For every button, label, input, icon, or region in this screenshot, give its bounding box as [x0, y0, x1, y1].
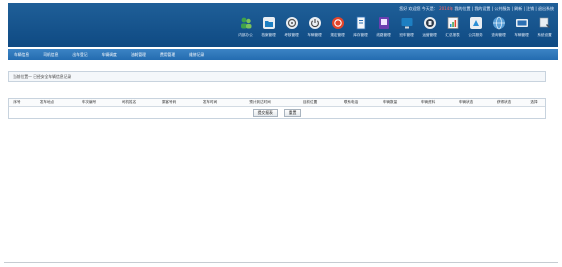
stop-icon	[331, 16, 345, 30]
refresh-link[interactable]: 刷新	[514, 6, 522, 11]
date-value: 2014年	[439, 6, 454, 11]
module-route[interactable]: 线路管理	[372, 16, 395, 38]
module-rules[interactable]: 规定管理	[326, 16, 349, 38]
module-assessment[interactable]: 考核管理	[280, 16, 303, 38]
power-icon	[308, 16, 322, 30]
module-label: 系统设置	[537, 33, 552, 37]
tab-vehicle-info[interactable]: 车辆信息	[14, 52, 29, 58]
tab-repair[interactable]: 维修记录	[189, 52, 204, 58]
tab-driver-info[interactable]: 司机信息	[43, 52, 58, 58]
truck-icon	[515, 16, 529, 30]
module-label: 规定管理	[330, 33, 345, 37]
col-vehicle-count: 车辆数量	[382, 100, 398, 104]
col-driver-name: 司机姓名	[121, 100, 137, 104]
col-obtain-status: 获得状态	[496, 100, 512, 104]
table-header: 序号 发车地点 车次编号 司机姓名 乘客号码 发车时间 预计到达时间 目前位置 …	[9, 99, 545, 107]
date-label: 今天是：	[421, 6, 438, 11]
module-label: 公共服务	[468, 33, 483, 37]
badge-icon	[423, 16, 437, 30]
module-label: 内部办公	[238, 33, 253, 37]
people-icon	[239, 16, 253, 30]
module-label: 班车管理	[399, 33, 414, 37]
module-operation[interactable]: 运营管理	[418, 16, 441, 38]
module-label: 考核管理	[284, 33, 299, 37]
tab-vehicle-schedule[interactable]: 车辆调度	[102, 52, 117, 58]
records-table: 序号 发车地点 车次编号 司机姓名 乘客号码 发车时间 预计到达时间 目前位置 …	[8, 98, 546, 119]
public-service-link[interactable]: 公共服务	[494, 6, 510, 11]
welcome-text: 您好 欢迎您	[399, 6, 421, 11]
module-query[interactable]: 查询管理	[487, 16, 510, 38]
nav-bar: 车辆信息 司机信息 出车登记 车辆调度 油耗管理 费用管理 维修记录	[8, 49, 558, 60]
reset-button[interactable]: 重置	[283, 108, 302, 117]
my-location-link[interactable]: 我的位置	[455, 6, 471, 11]
module-vehicle[interactable]: 车辆管理	[303, 16, 326, 38]
module-stock[interactable]: 库存管理	[349, 16, 372, 38]
col-phone: 联系电话	[343, 100, 359, 104]
col-location: 目前位置	[302, 100, 318, 104]
tab-fuel[interactable]: 油耗管理	[131, 52, 146, 58]
book-icon	[377, 16, 391, 30]
col-index: 序号	[13, 100, 21, 104]
module-label: 档案管理	[261, 33, 276, 37]
document-icon	[354, 16, 368, 30]
settings-icon	[538, 16, 552, 30]
monitor-icon	[400, 16, 414, 30]
col-depart-time: 发车时间	[202, 100, 218, 104]
globe-icon	[492, 16, 506, 30]
module-label: 运营管理	[422, 33, 437, 37]
module-office[interactable]: 内部办公	[234, 16, 257, 38]
module-truck[interactable]: 车辆管理	[510, 16, 533, 38]
report-icon	[446, 16, 460, 30]
module-report[interactable]: 汇总报表	[441, 16, 464, 38]
submit-button[interactable]: 提交报表	[252, 108, 278, 117]
col-passenger-no: 乘客号码	[161, 100, 177, 104]
module-label: 汇总报表	[445, 33, 460, 37]
module-toolbar: 内部办公 档案管理 考核管理 车辆管理 规定管理 库存管理 线路管理 班车管理 …	[234, 16, 556, 38]
col-eta: 预计到达时间	[249, 100, 271, 104]
bottom-divider	[4, 262, 558, 263]
breadcrumb: 当前位置一 已经安全车辆信息记录	[8, 71, 546, 82]
module-label: 查询管理	[491, 33, 506, 37]
col-select: 选择	[530, 100, 538, 104]
module-bus[interactable]: 班车管理	[395, 16, 418, 38]
tab-cost[interactable]: 费用管理	[160, 52, 175, 58]
logout-link[interactable]: 注销	[526, 6, 534, 11]
tab-dispatch-register[interactable]: 出车登记	[72, 52, 87, 58]
col-depart-place: 发车地点	[39, 100, 55, 104]
module-settings[interactable]: 系统设置	[533, 16, 556, 38]
module-label: 车辆管理	[307, 33, 322, 37]
col-vehicle-data: 车辆资料	[420, 100, 436, 104]
top-links: 您好 欢迎您 今天是： 2014年 我的位置 | 我的设置 | 公共服务 | 刷…	[399, 6, 554, 11]
col-trip-no: 车次编号	[81, 100, 97, 104]
module-label: 车辆管理	[514, 33, 529, 37]
breadcrumb-text: 当前位置一 已经安全车辆信息记录	[13, 73, 72, 79]
exit-link[interactable]: 退出系统	[538, 6, 554, 11]
module-label: 库存管理	[353, 33, 368, 37]
module-label: 线路管理	[376, 33, 391, 37]
module-archive[interactable]: 档案管理	[257, 16, 280, 38]
dial-icon	[285, 16, 299, 30]
folder-icon	[262, 16, 276, 30]
my-settings-link[interactable]: 我的设置	[474, 6, 490, 11]
header-bar: 您好 欢迎您 今天是： 2014年 我的位置 | 我的设置 | 公共服务 | 刷…	[8, 3, 558, 47]
col-vehicle-status: 车辆状态	[458, 100, 474, 104]
table-actions: 提交报表 重置	[9, 107, 545, 118]
module-public[interactable]: 公共服务	[464, 16, 487, 38]
world-icon	[469, 16, 483, 30]
